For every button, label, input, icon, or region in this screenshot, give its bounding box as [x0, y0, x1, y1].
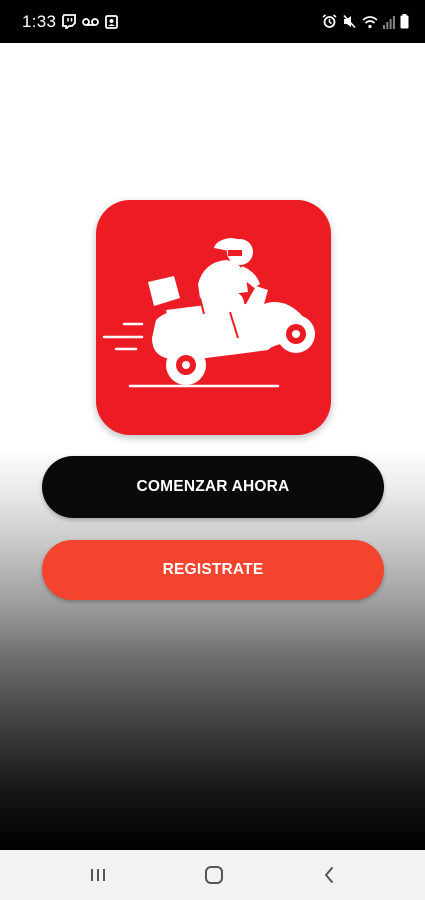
twitch-icon — [62, 14, 77, 29]
start-now-button[interactable]: COMENZAR AHORA — [42, 456, 384, 518]
recent-apps-icon[interactable] — [89, 867, 107, 883]
splash-content: COMENZAR AHORA REGISTRATE — [0, 43, 425, 850]
voicemail-icon — [82, 17, 100, 27]
mute-icon — [342, 14, 357, 29]
navigation-bar — [0, 850, 425, 900]
home-icon[interactable] — [204, 865, 224, 885]
battery-icon — [400, 14, 409, 29]
status-left-group: 1:33 — [22, 11, 119, 32]
wifi-icon — [362, 15, 378, 29]
signal-icon — [383, 15, 395, 29]
register-button[interactable]: REGISTRATE — [42, 540, 384, 600]
photo-icon — [105, 14, 119, 29]
alarm-icon — [322, 14, 337, 29]
back-icon[interactable] — [322, 866, 336, 884]
status-time: 1:33 — [22, 11, 57, 31]
delivery-scooter-icon — [96, 200, 331, 435]
status-right-group — [322, 14, 409, 29]
status-bar: 1:33 — [0, 0, 425, 43]
